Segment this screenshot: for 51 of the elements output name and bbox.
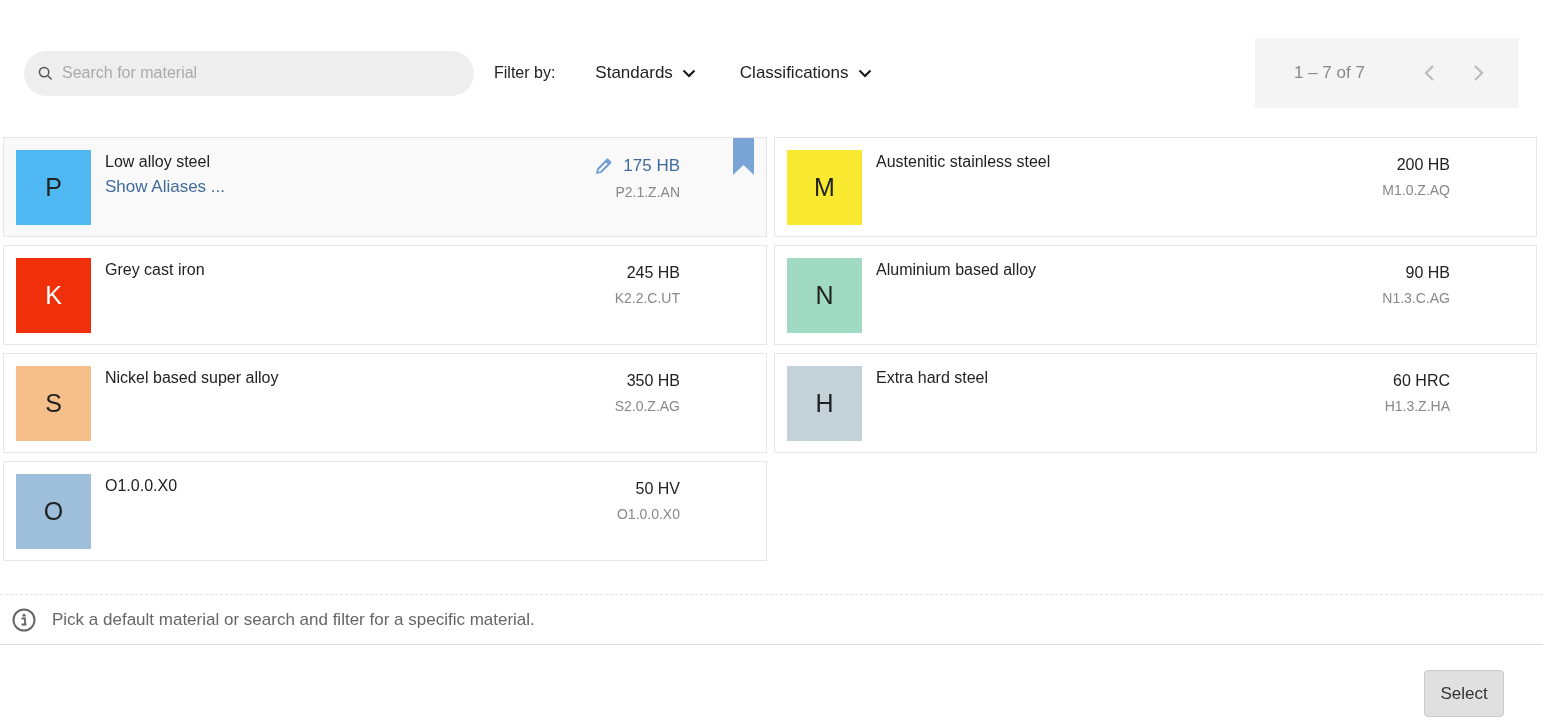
hardness-value: 50 HV (635, 480, 680, 498)
material-tile: P (16, 150, 91, 225)
info-icon (12, 607, 36, 632)
hardness-value: 90 HB (1405, 264, 1450, 282)
page-range: 1 – 7 of 7 (1294, 63, 1365, 83)
hardness-value: 175 HB (623, 156, 680, 176)
filter-dropdown[interactable]: Classifications (735, 63, 876, 83)
material-tile: K (16, 258, 91, 333)
material-tile: N (787, 258, 862, 333)
material-tile: O (16, 474, 91, 549)
bookmark-icon (733, 138, 754, 175)
material-card[interactable]: H Extra hard steel 60 HRC H1.3.Z.HA (774, 353, 1537, 453)
chevron-left-icon[interactable] (1422, 64, 1435, 82)
info-message: Pick a default material or search and filter for a specific material. (52, 609, 535, 630)
material-code: K2.2.C.UT (614, 290, 680, 306)
material-card[interactable]: M Austenitic stainless steel 200 HB M1.0.Z.AQ (774, 137, 1537, 237)
material-card[interactable]: S Nickel based super alloy 350 HB S2.0.Z.AG (3, 353, 767, 453)
hardness-value: 60 HRC (1393, 372, 1450, 390)
material-tile: M (787, 150, 862, 225)
material-code: N1.3.C.AG (1382, 290, 1450, 306)
select-button[interactable]: Select (1424, 670, 1504, 717)
material-name: Aluminium based alloy (876, 261, 1038, 279)
material-name: Nickel based super alloy (105, 369, 280, 387)
chevron-right-icon[interactable] (1472, 64, 1485, 82)
material-name: Austenitic stainless steel (876, 153, 1052, 171)
material-card[interactable]: P Low alloy steel Show Aliases ... 175 HB P2.1.Z.AN (3, 137, 767, 237)
material-code: S2.0.Z.AG (614, 398, 680, 414)
material-name: O1.0.0.X0 (105, 477, 179, 495)
material-name: Grey cast iron (105, 261, 206, 279)
material-card[interactable]: N Aluminium based alloy 90 HB N1.3.C.AG (774, 245, 1537, 345)
pencil-icon[interactable] (595, 157, 614, 175)
hardness-value: 200 HB (1396, 156, 1450, 174)
material-code: P2.1.Z.AN (615, 184, 680, 200)
material-code: H1.3.Z.HA (1384, 398, 1450, 414)
material-card[interactable]: O O1.0.0.X0 50 HV O1.0.0.X0 (3, 461, 767, 561)
show-aliases-link[interactable]: Show Aliases ... (105, 177, 596, 197)
material-card[interactable]: K Grey cast iron 245 HB K2.2.C.UT (3, 245, 767, 345)
filter-dropdown[interactable]: Standards (591, 63, 700, 83)
search-icon (38, 65, 53, 81)
material-code: O1.0.0.X0 (616, 506, 680, 522)
material-tile: H (787, 366, 862, 441)
material-code: M1.0.Z.AQ (1382, 182, 1450, 198)
hardness-value: 245 HB (626, 264, 680, 282)
material-name: Low alloy steel (105, 153, 211, 171)
chevron-down-icon (681, 68, 696, 78)
filter-label: Filter by: (494, 64, 556, 82)
chevron-down-icon (857, 68, 872, 78)
material-tile: S (16, 366, 91, 441)
material-name: Extra hard steel (876, 369, 990, 387)
search-field[interactable]: Search for material (24, 50, 474, 96)
hardness-value: 350 HB (626, 372, 680, 390)
